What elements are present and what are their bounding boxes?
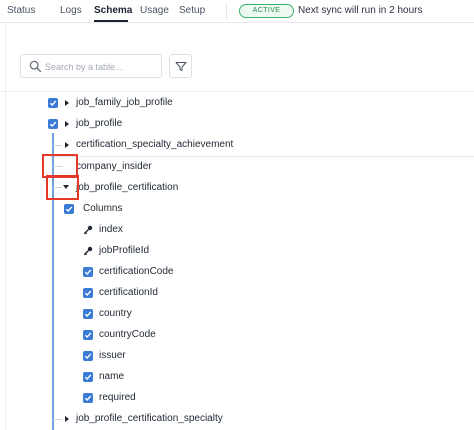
columns-label: Columns (83, 203, 123, 214)
check-icon (84, 311, 92, 318)
highlight-box (46, 175, 79, 200)
table-name[interactable]: company_insider (76, 161, 152, 173)
tab-setup[interactable]: Setup (179, 5, 205, 17)
column-checkbox[interactable] (83, 372, 93, 382)
filter-button[interactable] (169, 54, 192, 78)
column-name: issuer (99, 350, 126, 361)
column-name: jobProfileId (99, 245, 150, 256)
key-icon (83, 225, 93, 235)
top-tab-bar: Status Logs Schema Usage Setup ACTIVE Ne… (0, 0, 474, 23)
table-name[interactable]: job_family_job_profile (76, 97, 173, 109)
status-badge: ACTIVE (239, 4, 294, 18)
column-checkbox[interactable] (83, 267, 93, 277)
table-name[interactable]: job_profile (76, 118, 122, 130)
table-search[interactable] (20, 54, 162, 78)
column-checkbox[interactable] (83, 351, 93, 361)
expand-caret-icon[interactable] (65, 415, 69, 422)
tab-active-underline (94, 20, 128, 22)
table-name[interactable]: job_profile_certification_specialty (76, 413, 223, 425)
tab-usage[interactable]: Usage (140, 5, 169, 17)
filter-icon (175, 62, 187, 71)
expand-caret-icon[interactable] (65, 99, 69, 106)
column-name: index (99, 224, 123, 235)
table-name[interactable]: job_profile_certification (76, 182, 178, 194)
tab-divider (226, 3, 227, 19)
table-checkbox[interactable] (48, 98, 58, 108)
left-panel-border (5, 23, 6, 430)
check-icon (49, 100, 57, 107)
key-icon (83, 246, 93, 256)
check-icon (84, 353, 92, 360)
check-icon (65, 206, 73, 213)
row-divider (50, 156, 474, 157)
tab-schema[interactable]: Schema (94, 5, 132, 17)
sync-status-text: Next sync will run in 2 hours (298, 5, 423, 16)
column-name: certificationId (99, 287, 158, 298)
check-icon (84, 290, 92, 297)
tree-connector (53, 145, 62, 146)
table-name[interactable]: certification_specialty_achievement (76, 139, 233, 151)
column-checkbox[interactable] (83, 309, 93, 319)
expand-caret-icon[interactable] (65, 120, 69, 127)
column-name: required (99, 392, 136, 403)
columns-checkbox[interactable] (64, 204, 74, 214)
check-icon (84, 269, 92, 276)
column-checkbox[interactable] (83, 393, 93, 403)
expand-caret-icon[interactable] (65, 141, 69, 148)
check-icon (84, 395, 92, 402)
tab-logs[interactable]: Logs (60, 5, 82, 17)
column-name: countryCode (99, 329, 156, 340)
column-checkbox[interactable] (83, 330, 93, 340)
column-checkbox[interactable] (83, 288, 93, 298)
check-icon (84, 332, 92, 339)
tree-connector (53, 419, 62, 420)
column-name: certificationCode (99, 266, 174, 277)
check-icon (49, 121, 57, 128)
tab-status[interactable]: Status (7, 5, 35, 17)
table-checkbox[interactable] (48, 119, 58, 129)
section-divider (0, 91, 474, 92)
search-icon (29, 60, 42, 73)
column-name: country (99, 308, 132, 319)
check-icon (84, 374, 92, 381)
column-name: name (99, 371, 125, 382)
search-input[interactable] (45, 59, 157, 74)
